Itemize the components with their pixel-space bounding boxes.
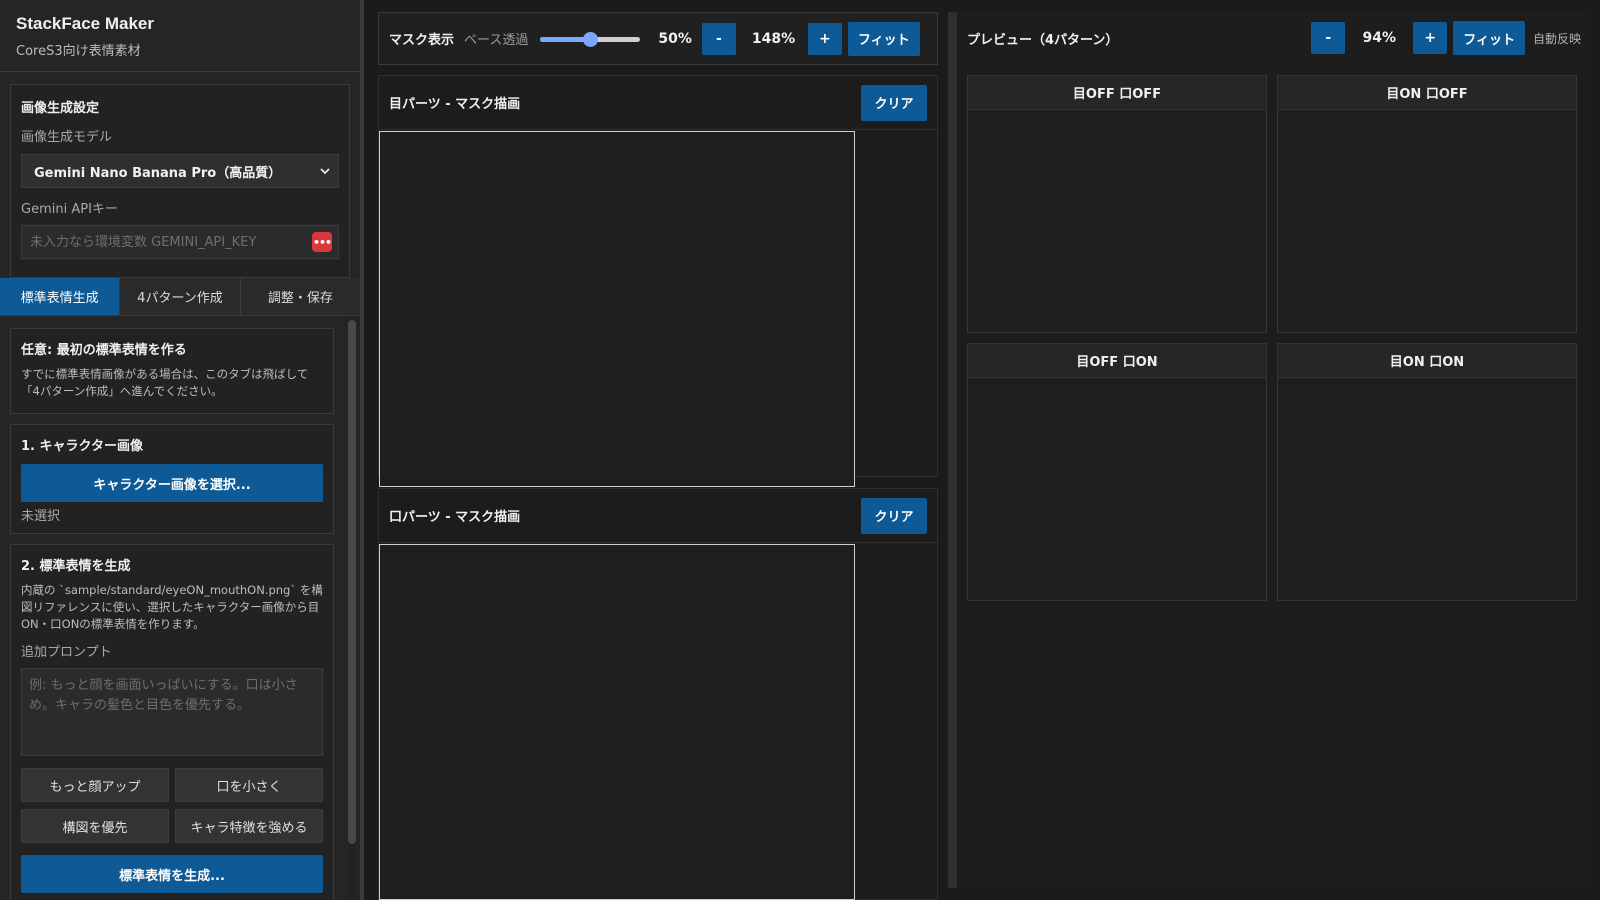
eye-mask-title: 目パーツ - マスク描画: [389, 97, 521, 112]
preview-title: プレビュー（4パターン）: [967, 32, 1119, 48]
character-card: 1. キャラクター画像 キャラクター画像を選択... 未選択: [10, 424, 334, 534]
preview-eye-on-mouth-off: 目ON 口OFF: [1277, 75, 1577, 333]
zoom-in-button[interactable]: +: [807, 22, 842, 55]
app-subtitle: CoreS3向け表情素材: [16, 44, 141, 59]
preview-label: 目OFF 口OFF: [968, 76, 1266, 110]
optional-card: 任意: 最初の標準表情を作る すでに標準表情画像がある場合は、このタブは飛ばして…: [10, 328, 334, 414]
mouth-mask-panel: 口パーツ - マスク描画 クリア: [378, 488, 938, 900]
apikey-field: •••: [21, 225, 339, 259]
preview-fit-button[interactable]: フィット: [1453, 21, 1525, 55]
preview-eye-off-mouth-on: 目OFF 口ON: [967, 343, 1267, 601]
mask-zoom-value: 148%: [751, 30, 796, 47]
model-select[interactable]: Gemini Nano Banana Pro（高品質）: [21, 154, 339, 188]
generate-title: 2. 標準表情を生成: [21, 559, 131, 574]
preview-zoom-out-button[interactable]: -: [1311, 22, 1346, 54]
zoom-out-button[interactable]: -: [701, 22, 736, 55]
generate-card: 2. 標準表情を生成 内蔵の `sample/standard/eyeON_mo…: [10, 544, 334, 900]
preview-header: プレビュー（4パターン） - 94% + フィット 自動反映: [957, 12, 1591, 64]
prompt-textarea[interactable]: [21, 668, 323, 756]
apikey-input[interactable]: [30, 234, 312, 250]
eye-mask-canvas[interactable]: [379, 131, 855, 487]
eye-clear-button[interactable]: クリア: [861, 84, 927, 121]
eye-mask-panel: 目パーツ - マスク描画 クリア: [378, 75, 938, 487]
tab-bar: 標準表情生成 4パターン作成 調整・保存: [0, 278, 360, 316]
chip-small-mouth[interactable]: 口を小さく: [175, 768, 323, 802]
image-settings-section: 画像生成設定 画像生成モデル Gemini Nano Banana Pro（高品…: [10, 84, 350, 278]
preview-zoom-value: 94%: [1362, 30, 1396, 46]
opacity-value: 50%: [658, 30, 692, 47]
app-title: StackFace Maker: [16, 14, 154, 33]
preview-eye-on-mouth-on: 目ON 口ON: [1277, 343, 1577, 601]
preview-eye-off-mouth-off: 目OFF 口OFF: [967, 75, 1267, 333]
sidebar-scrollbar-thumb[interactable]: [348, 320, 356, 844]
mask-view-label: マスク表示: [389, 33, 455, 48]
eye-mask-header: 目パーツ - マスク描画 クリア: [379, 76, 937, 130]
chip-composition[interactable]: 構図を優先: [21, 809, 169, 843]
preview-label: 目OFF 口ON: [968, 344, 1266, 378]
generate-standard-button[interactable]: 標準表情を生成...: [21, 855, 323, 893]
chevron-down-icon: [320, 166, 330, 176]
mask-fit-button[interactable]: フィット: [847, 21, 920, 56]
preview-zoom-in-button[interactable]: +: [1413, 22, 1448, 54]
sidebar: StackFace Maker CoreS3向け表情素材 画像生成設定 画像生成…: [0, 0, 360, 900]
app-header: StackFace Maker CoreS3向け表情素材: [0, 0, 360, 72]
tab-adjust-save[interactable]: 調整・保存: [240, 278, 360, 315]
mouth-mask-title: 口パーツ - マスク描画: [389, 510, 521, 525]
select-character-button[interactable]: キャラクター画像を選択...: [21, 464, 323, 502]
preview-label: 目ON 口OFF: [1278, 76, 1576, 110]
opacity-label: ベース透過: [464, 33, 529, 48]
sidebar-splitter[interactable]: [360, 0, 364, 900]
mouth-mask-canvas[interactable]: [379, 544, 855, 900]
prompt-chips: もっと顔アップ 口を小さく 構図を優先 キャラ特徴を強める: [21, 768, 323, 843]
tab-four-patterns[interactable]: 4パターン作成: [120, 278, 241, 315]
optional-desc: すでに標準表情画像がある場合は、このタブは飛ばして「4パターン作成」へ進んでくだ…: [21, 367, 309, 398]
optional-title: 任意: 最初の標準表情を作る: [21, 343, 187, 358]
character-title: 1. キャラクター画像: [21, 439, 143, 454]
mouth-clear-button[interactable]: クリア: [861, 497, 927, 534]
tab-standard[interactable]: 標準表情生成: [0, 278, 121, 315]
tab-content: 任意: 最初の標準表情を作る すでに標準表情画像がある場合は、このタブは飛ばして…: [0, 318, 346, 900]
character-status: 未選択: [21, 509, 61, 524]
model-select-value: Gemini Nano Banana Pro（高品質）: [34, 165, 282, 181]
chip-character-features[interactable]: キャラ特徴を強める: [175, 809, 323, 843]
opacity-slider[interactable]: [540, 31, 641, 47]
model-label: 画像生成モデル: [21, 130, 113, 145]
settings-title: 画像生成設定: [21, 101, 100, 116]
auto-apply-label[interactable]: 自動反映: [1533, 30, 1581, 47]
chip-face-up[interactable]: もっと顔アップ: [21, 768, 169, 802]
preview-panel: プレビュー（4パターン） - 94% + フィット 自動反映 目OFF 口OFF…: [956, 12, 1590, 888]
slider-thumb[interactable]: [583, 31, 599, 47]
prompt-label: 追加プロンプト: [21, 645, 112, 660]
preview-label: 目ON 口ON: [1278, 344, 1576, 378]
apikey-label: Gemini APIキー: [21, 202, 118, 217]
panel-splitter[interactable]: [948, 12, 956, 888]
generate-desc: 内蔵の `sample/standard/eyeON_mouthON.png` …: [21, 583, 323, 631]
mouth-mask-header: 口パーツ - マスク描画 クリア: [379, 489, 937, 543]
mask-toolbar: マスク表示 ベース透過 50% - 148% + フィット: [378, 12, 938, 65]
sidebar-scrollbar[interactable]: [348, 318, 356, 900]
password-manager-icon[interactable]: •••: [312, 232, 332, 252]
